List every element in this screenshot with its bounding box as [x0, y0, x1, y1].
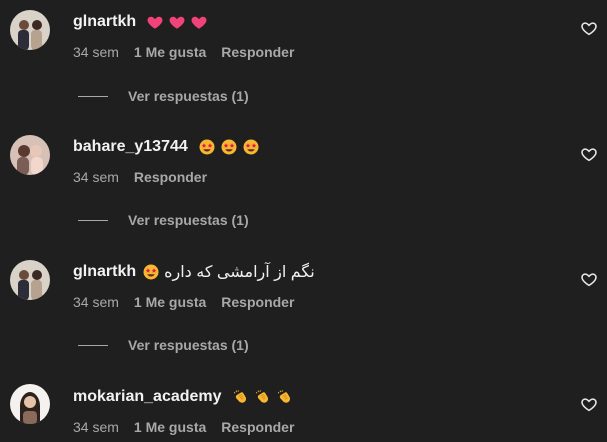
reply-button[interactable]: Responder: [221, 44, 294, 60]
avatar[interactable]: [10, 135, 50, 175]
like-heart-icon[interactable]: [580, 145, 598, 163]
comments-list: glnartkh 34 sem 1 Me gusta Responder Ver…: [0, 0, 607, 442]
pink-heart-icon: [146, 13, 164, 31]
view-replies-button[interactable]: Ver respuestas (1): [78, 88, 249, 104]
pink-heart-icon: [190, 13, 208, 31]
view-replies-label: Ver respuestas (1): [128, 88, 249, 104]
comment-header: glnartkh: [73, 11, 208, 33]
star-struck-icon: [142, 263, 160, 281]
likes-count[interactable]: 1 Me gusta: [134, 44, 206, 60]
view-replies-label: Ver respuestas (1): [128, 212, 249, 228]
clapping-hands-icon: [254, 388, 272, 406]
timestamp: 34 sem: [73, 419, 119, 435]
username[interactable]: glnartkh: [73, 263, 136, 281]
replies-divider: [78, 344, 108, 346]
comment-text: [228, 388, 294, 406]
likes-count[interactable]: 1 Me gusta: [134, 419, 206, 435]
comment-text: نگم از آرامشی که داره: [142, 262, 315, 282]
avatar[interactable]: [10, 260, 50, 300]
username[interactable]: bahare_y13744: [73, 138, 188, 156]
timestamp: 34 sem: [73, 294, 119, 310]
comment-meta: 34 sem 1 Me gusta Responder: [73, 44, 294, 60]
view-replies-button[interactable]: Ver respuestas (1): [78, 212, 249, 228]
star-struck-icon: [198, 138, 216, 156]
clapping-hands-icon: [276, 388, 294, 406]
view-replies-label: Ver respuestas (1): [128, 337, 249, 353]
comment-header: glnartkh نگم از آرامشی که داره: [73, 261, 315, 283]
comment-text-persian: نگم از آرامشی که داره: [164, 264, 315, 281]
reply-button[interactable]: Responder: [221, 294, 294, 310]
reply-button[interactable]: Responder: [134, 169, 207, 185]
comment-meta: 34 sem Responder: [73, 169, 207, 185]
comment-text: [142, 13, 208, 31]
view-replies-button[interactable]: Ver respuestas (1): [78, 337, 249, 353]
star-struck-icon: [242, 138, 260, 156]
clapping-hands-icon: [232, 388, 250, 406]
timestamp: 34 sem: [73, 169, 119, 185]
likes-count[interactable]: 1 Me gusta: [134, 294, 206, 310]
comment-header: bahare_y13744: [73, 136, 260, 158]
star-struck-icon: [220, 138, 238, 156]
timestamp: 34 sem: [73, 44, 119, 60]
comment-meta: 34 sem 1 Me gusta Responder: [73, 294, 294, 310]
replies-divider: [78, 95, 108, 97]
comment-header: mokarian_academy: [73, 386, 294, 408]
like-heart-icon[interactable]: [580, 19, 598, 37]
reply-button[interactable]: Responder: [221, 419, 294, 435]
avatar[interactable]: [10, 384, 50, 424]
username[interactable]: glnartkh: [73, 13, 136, 31]
comment-text: [194, 138, 260, 156]
username[interactable]: mokarian_academy: [73, 388, 222, 406]
replies-divider: [78, 219, 108, 221]
like-heart-icon[interactable]: [580, 270, 598, 288]
avatar[interactable]: [10, 10, 50, 50]
pink-heart-icon: [168, 13, 186, 31]
comment-meta: 34 sem 1 Me gusta Responder: [73, 419, 294, 435]
like-heart-icon[interactable]: [580, 395, 598, 413]
